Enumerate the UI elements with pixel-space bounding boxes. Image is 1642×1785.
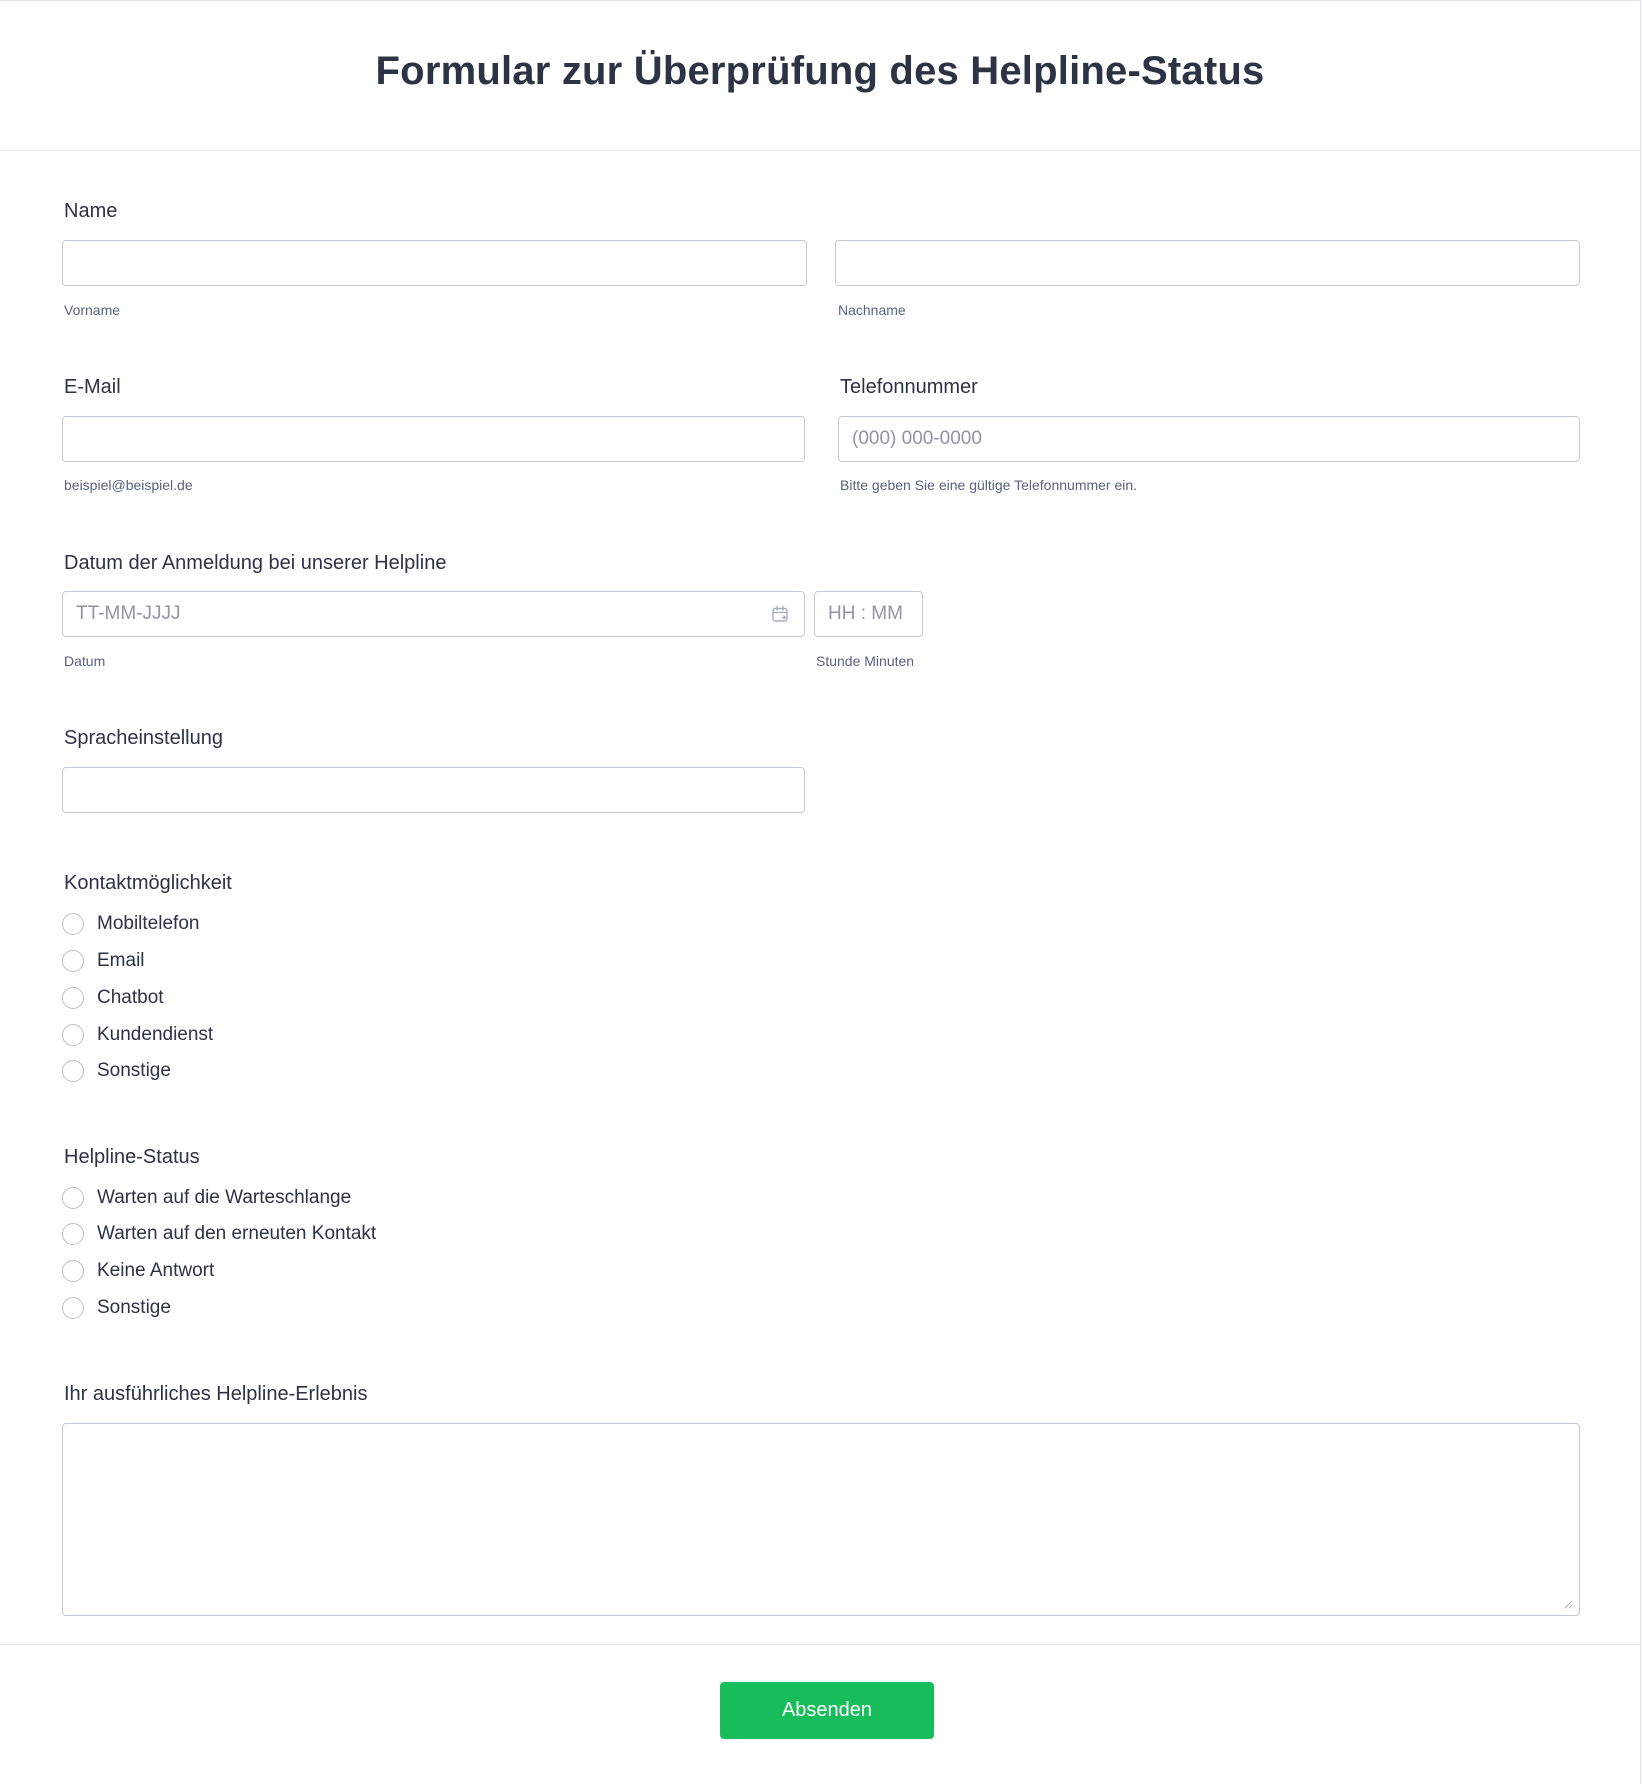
experience-label: Ihr ausführliches Helpline-Erlebnis (64, 1383, 368, 1405)
radio-option-label: Kundendienst (97, 1024, 214, 1045)
radio-option-label: Keine Antwort (97, 1260, 215, 1281)
email-sublabel: beispiel@beispiel.de (64, 477, 193, 493)
radio-button[interactable] (62, 913, 84, 935)
phone-sublabel: Bitte geben Sie eine gültige Telefonnumm… (840, 477, 1138, 493)
radio-option-erneuter-kontakt[interactable]: Warten auf den erneuten Kontakt (62, 1221, 376, 1247)
radio-option-label: Warten auf die Warteschlange (97, 1187, 352, 1208)
radio-option-warteschlange[interactable]: Warten auf die Warteschlange (62, 1185, 351, 1211)
date-label: Datum der Anmeldung bei unserer Helpline (64, 552, 447, 574)
contact-label: Kontaktmöglichkeit (64, 872, 232, 894)
last-name-input[interactable] (835, 240, 1580, 286)
radio-option-sonstige-status[interactable]: Sonstige (62, 1295, 171, 1321)
radio-option-label: Chatbot (97, 987, 164, 1008)
resize-handle-icon[interactable] (1564, 1600, 1573, 1609)
radio-option-label: Warten auf den erneuten Kontakt (97, 1223, 377, 1244)
radio-option-chatbot[interactable]: Chatbot (62, 985, 164, 1011)
form-header: Formular zur Überprüfung des Helpline-St… (0, 1, 1640, 151)
time-input[interactable] (814, 591, 923, 637)
time-sublabel: Stunde Minuten (816, 653, 915, 669)
form-card: Formular zur Überprüfung des Helpline-St… (0, 0, 1641, 1784)
radio-option-mobiltelefon[interactable]: Mobiltelefon (62, 911, 199, 937)
radio-button[interactable] (62, 987, 84, 1009)
date-input[interactable] (62, 591, 805, 637)
radio-button[interactable] (62, 1223, 84, 1245)
date-sublabel: Datum (64, 653, 106, 669)
email-input[interactable] (62, 416, 805, 462)
radio-button[interactable] (62, 1187, 84, 1209)
experience-textarea[interactable] (62, 1423, 1580, 1616)
radio-option-kundendienst[interactable]: Kundendienst (62, 1022, 213, 1048)
radio-option-sonstige-contact[interactable]: Sonstige (62, 1058, 171, 1084)
name-label: Name (64, 200, 118, 222)
radio-button[interactable] (62, 1260, 84, 1282)
last-name-sublabel: Nachname (838, 302, 906, 318)
radio-option-keine-antwort[interactable]: Keine Antwort (62, 1258, 214, 1284)
radio-option-label: Email (97, 950, 145, 971)
radio-button[interactable] (62, 1060, 84, 1082)
language-input[interactable] (62, 767, 805, 813)
calendar-icon[interactable] (771, 605, 789, 623)
status-label: Helpline-Status (64, 1146, 200, 1168)
phone-input[interactable] (838, 416, 1580, 462)
radio-option-label: Sonstige (97, 1060, 171, 1081)
radio-option-email[interactable]: Email (62, 948, 145, 974)
page-title: Formular zur Überprüfung des Helpline-St… (375, 49, 1265, 93)
radio-button[interactable] (62, 1024, 84, 1046)
email-label: E-Mail (64, 376, 121, 398)
radio-button[interactable] (62, 1297, 84, 1319)
language-label: Spracheinstellung (64, 727, 223, 749)
first-name-sublabel: Vorname (64, 302, 121, 318)
radio-option-label: Mobiltelefon (97, 913, 200, 934)
first-name-input[interactable] (62, 240, 807, 286)
form-footer: Absenden (0, 1644, 1640, 1785)
radio-option-label: Sonstige (97, 1297, 171, 1318)
submit-button[interactable]: Absenden (720, 1682, 934, 1739)
radio-button[interactable] (62, 950, 84, 972)
phone-label: Telefonnummer (840, 376, 978, 398)
